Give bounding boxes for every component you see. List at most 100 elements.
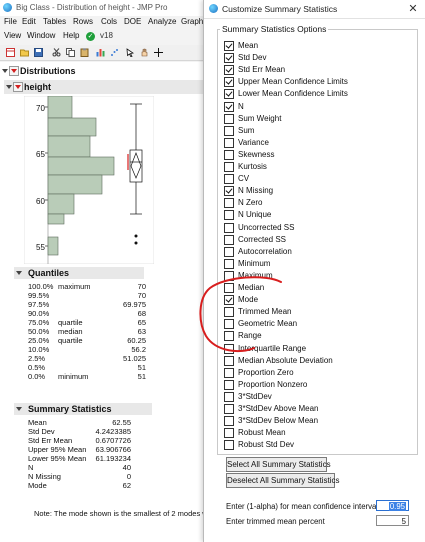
- menu-rows[interactable]: Rows: [73, 17, 93, 26]
- disclosure-open-icon[interactable]: [2, 68, 8, 74]
- option-checkbox[interactable]: [224, 222, 234, 233]
- option-label: N Zero: [238, 198, 263, 208]
- menu-bar-second-row: View Window Help ✓ v18: [0, 31, 210, 44]
- open-folder-icon[interactable]: [20, 48, 29, 57]
- option-checkbox[interactable]: [224, 428, 234, 439]
- quantile-name: [58, 345, 112, 354]
- option-checkbox[interactable]: [224, 379, 234, 390]
- jmp-logo-icon: [3, 3, 12, 12]
- option-checkbox[interactable]: [224, 367, 234, 378]
- height-title: height: [24, 82, 51, 92]
- new-table-icon[interactable]: [6, 48, 15, 57]
- summary-stat-name: Std Dev: [28, 427, 55, 436]
- hand-tool-icon[interactable]: [140, 48, 149, 57]
- red-triangle-menu-icon[interactable]: [9, 66, 19, 76]
- quantile-percent: 97.5%: [28, 300, 50, 309]
- summary-stat-value: 40: [122, 463, 131, 472]
- menu-edit[interactable]: Edit: [22, 17, 36, 26]
- summary-row: Std Err Mean 0.6707726: [28, 436, 131, 445]
- menu-doe[interactable]: DOE: [124, 17, 141, 26]
- option-checkbox[interactable]: [224, 113, 234, 124]
- menu-help[interactable]: Help: [63, 31, 79, 40]
- deselect-all-button[interactable]: Deselect All Summary Statistics: [226, 473, 339, 488]
- quantile-row: 100.0% maximum 70: [28, 282, 146, 291]
- menu-view[interactable]: View: [4, 31, 21, 40]
- option-checkbox[interactable]: [224, 416, 234, 427]
- disclosure-open-icon[interactable]: [16, 406, 22, 412]
- menu-tables[interactable]: Tables: [43, 17, 66, 26]
- quantile-percent: 90.0%: [28, 309, 50, 318]
- option-checkbox[interactable]: [224, 234, 234, 245]
- menu-graph[interactable]: Graph: [181, 17, 203, 26]
- option-checkbox[interactable]: [224, 404, 234, 414]
- option-checkbox[interactable]: [224, 125, 234, 136]
- close-icon[interactable]: ✕: [406, 2, 420, 16]
- save-icon[interactable]: [34, 48, 43, 57]
- option-label: Autocorrelation: [238, 246, 292, 256]
- quantile-row: 75.0% quartile 65: [28, 318, 146, 327]
- summary-stat-value: 62: [122, 481, 131, 490]
- distribution-plot[interactable]: [24, 96, 154, 264]
- paste-icon[interactable]: [80, 48, 89, 57]
- option-label: 3*StdDev Below Mean: [238, 416, 319, 426]
- option-checkbox[interactable]: [224, 210, 234, 221]
- option-checkbox[interactable]: [224, 137, 234, 148]
- quantile-percent: 99.5%: [28, 291, 50, 300]
- copy-icon[interactable]: [66, 48, 75, 57]
- option-checkbox[interactable]: [224, 186, 234, 197]
- summary-row: N 40: [28, 463, 131, 472]
- pointer-tool-icon[interactable]: [126, 48, 135, 57]
- report-title-bar: Big Class - Distribution of height - JMP…: [0, 0, 210, 16]
- outlier-point: [134, 234, 138, 238]
- option-checkbox[interactable]: [224, 258, 234, 269]
- select-all-button[interactable]: Select All Summary Statistics: [226, 457, 331, 472]
- cut-icon[interactable]: [52, 48, 61, 57]
- menu-cols[interactable]: Cols: [101, 17, 117, 26]
- option-checkbox[interactable]: [224, 198, 234, 209]
- option-label: Std Err Mean: [238, 65, 286, 75]
- quantile-row: 90.0% 68: [28, 309, 146, 318]
- histogram-bar: [47, 117, 97, 137]
- option-label: Variance: [238, 137, 269, 147]
- quantile-percent: 10.0%: [28, 345, 50, 354]
- bar-chart-icon[interactable]: [96, 48, 105, 57]
- option-checkbox[interactable]: [224, 174, 234, 185]
- alpha-input[interactable]: 0.95: [376, 500, 409, 511]
- red-triangle-menu-icon[interactable]: [13, 82, 23, 92]
- option-checkbox[interactable]: [224, 440, 234, 451]
- jmp-logo-icon: [209, 4, 218, 13]
- option-checkbox[interactable]: [224, 53, 234, 64]
- quantile-row: 0.5% 51: [28, 363, 146, 372]
- summary-stat-name: N: [28, 463, 34, 472]
- disclosure-open-icon[interactable]: [16, 270, 22, 276]
- quantile-name: quartile: [58, 318, 83, 327]
- option-checkbox[interactable]: [224, 162, 234, 172]
- option-label: 3*StdDev Above Mean: [238, 404, 319, 413]
- option-label: Upper Mean Confidence Limits: [238, 77, 348, 87]
- menu-analyze[interactable]: Analyze: [148, 17, 176, 26]
- report-content: Distributions height 70 65 60 55 Quantil…: [0, 62, 210, 542]
- trim-input[interactable]: 5: [376, 515, 409, 526]
- option-checkbox[interactable]: [224, 41, 234, 51]
- option-checkbox[interactable]: [224, 65, 234, 76]
- option-checkbox[interactable]: [224, 391, 234, 402]
- quantile-percent: 0.5%: [28, 363, 46, 372]
- crosshair-icon[interactable]: [154, 48, 163, 57]
- dialog-title-bar: Customize Summary Statistics ✕: [204, 0, 425, 19]
- quantile-row: 97.5% 69.975: [28, 300, 146, 309]
- disclosure-open-icon[interactable]: [6, 84, 12, 90]
- menu-bar: File Edit Tables Rows Cols DOE Analyze G…: [0, 17, 210, 30]
- option-checkbox[interactable]: [224, 77, 234, 88]
- quantile-percent: 50.0%: [28, 327, 50, 336]
- histogram-bar: [47, 135, 91, 158]
- quantile-percent: 25.0%: [28, 336, 50, 345]
- option-checkbox[interactable]: [224, 89, 234, 100]
- scatter-plot-icon[interactable]: [110, 48, 119, 57]
- option-checkbox[interactable]: [224, 246, 234, 257]
- option-checkbox[interactable]: [224, 149, 234, 160]
- alpha-value: 0.95: [388, 502, 406, 511]
- menu-file[interactable]: File: [4, 17, 17, 26]
- option-label: Skewness: [238, 149, 275, 159]
- menu-window[interactable]: Window: [27, 31, 55, 40]
- option-checkbox[interactable]: [224, 101, 234, 112]
